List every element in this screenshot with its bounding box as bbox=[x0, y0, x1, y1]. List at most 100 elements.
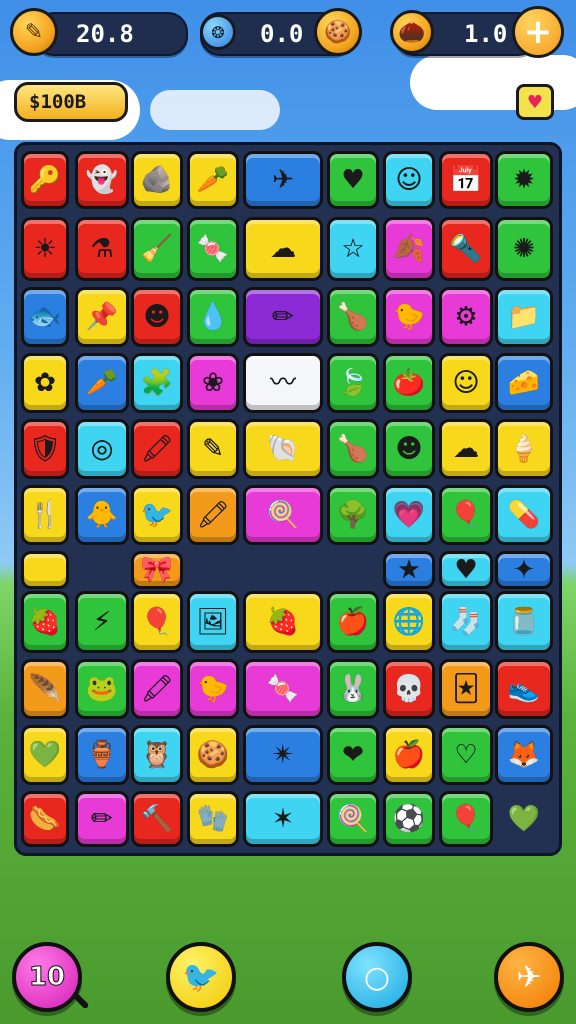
board-tile[interactable]: 🍴 bbox=[21, 485, 69, 545]
bird-booster-button[interactable]: 🐦 bbox=[166, 942, 236, 1012]
board-tile[interactable]: ★ bbox=[383, 551, 435, 589]
board-tile[interactable]: ⚽ bbox=[383, 791, 435, 847]
board-tile[interactable]: 🐚 bbox=[243, 419, 323, 479]
board-tile[interactable]: ☆ bbox=[327, 217, 379, 281]
board-tile[interactable]: ❀ bbox=[187, 353, 239, 413]
board-tile[interactable]: ✹ bbox=[495, 151, 553, 209]
board-tile[interactable]: ☻ bbox=[131, 287, 183, 347]
board-tile[interactable]: ☀ bbox=[21, 217, 69, 281]
board-tile[interactable]: 🍗 bbox=[327, 419, 379, 479]
board-tile[interactable]: 🐦 bbox=[131, 485, 183, 545]
board-tile[interactable]: 🏺 bbox=[75, 725, 129, 785]
board-tile[interactable]: 🍓 bbox=[243, 591, 323, 653]
board-tile[interactable]: 🍬 bbox=[187, 217, 239, 281]
board-tile[interactable]: 🍗 bbox=[327, 287, 379, 347]
board-tile[interactable]: ✎ bbox=[187, 419, 239, 479]
board-tile[interactable]: ❤ bbox=[327, 725, 379, 785]
board-tile[interactable]: 🔦 bbox=[439, 217, 493, 281]
board-tile[interactable]: 💊 bbox=[495, 485, 553, 545]
board-tile[interactable]: ⚡ bbox=[75, 591, 129, 653]
board-tile[interactable]: ✈ bbox=[243, 151, 323, 209]
board-tile[interactable]: 🪶 bbox=[21, 659, 69, 719]
board-tile[interactable]: 💚 bbox=[495, 791, 553, 847]
board-tile[interactable]: ◎ bbox=[75, 419, 129, 479]
board-tile[interactable]: 🍅 bbox=[383, 353, 435, 413]
board-tile[interactable]: 🃏 bbox=[439, 659, 493, 719]
board-tile[interactable]: 💀 bbox=[383, 659, 435, 719]
board-tile[interactable]: 🥕 bbox=[75, 353, 129, 413]
moves-button[interactable]: 10 bbox=[12, 942, 82, 1012]
search-button[interactable]: ○ bbox=[342, 942, 412, 1012]
money-badge[interactable]: $100B bbox=[14, 82, 128, 122]
board-tile[interactable]: 〰 bbox=[243, 353, 323, 413]
board-tile[interactable]: 🪨 bbox=[131, 151, 183, 209]
board-tile[interactable]: 🌐 bbox=[383, 591, 435, 653]
paper-plane-button[interactable]: ✈ bbox=[494, 942, 564, 1012]
board-tile[interactable]: 🦊 bbox=[495, 725, 553, 785]
board-tile[interactable]: 🍬 bbox=[243, 659, 323, 719]
heart-icon[interactable]: ♥ bbox=[516, 84, 554, 120]
board-tile[interactable]: ✺ bbox=[495, 217, 553, 281]
board-tile[interactable]: ☻ bbox=[383, 419, 435, 479]
board-tile[interactable]: 📁 bbox=[495, 287, 553, 347]
board-tile[interactable]: 👟 bbox=[495, 659, 553, 719]
board-tile[interactable]: 🛡 bbox=[21, 419, 69, 479]
board-tile[interactable]: 🫙 bbox=[495, 591, 553, 653]
board-tile[interactable]: 🌭 bbox=[21, 791, 69, 847]
board-tile[interactable]: 🔑 bbox=[21, 151, 69, 209]
board-tile[interactable]: 🖍 bbox=[131, 659, 183, 719]
board-tile[interactable]: 🧦 bbox=[439, 591, 493, 653]
board-tile[interactable]: 🍃 bbox=[327, 353, 379, 413]
board-tile[interactable]: 🍎 bbox=[327, 591, 379, 653]
board-tile[interactable]: 🖼 bbox=[187, 591, 239, 653]
pencil-icon[interactable]: ✎ bbox=[10, 8, 58, 56]
board-tile[interactable]: 🍎 bbox=[383, 725, 435, 785]
board-tile[interactable]: 🖍 bbox=[131, 419, 183, 479]
board-tile[interactable]: ☺ bbox=[439, 353, 493, 413]
board-tile[interactable]: 🎈 bbox=[439, 791, 493, 847]
board-tile[interactable]: 🎈 bbox=[439, 485, 493, 545]
board-tile[interactable]: 🎈 bbox=[131, 591, 183, 653]
board-tile[interactable]: 🐤 bbox=[187, 659, 239, 719]
board-tile[interactable]: 🐥 bbox=[75, 485, 129, 545]
board-tile[interactable]: ✴ bbox=[243, 725, 323, 785]
board-tile[interactable]: 🥕 bbox=[187, 151, 239, 209]
board-tile[interactable]: 💧 bbox=[187, 287, 239, 347]
board-tile[interactable]: 🧤 bbox=[187, 791, 239, 847]
board-tile[interactable]: ✿ bbox=[21, 353, 69, 413]
board-tile[interactable]: 🧀 bbox=[495, 353, 553, 413]
board-tile[interactable]: 🧹 bbox=[131, 217, 183, 281]
board-tile[interactable]: 💗 bbox=[383, 485, 435, 545]
cookie-icon[interactable]: 🍪 bbox=[314, 8, 362, 56]
board-tile[interactable]: ⚗ bbox=[75, 217, 129, 281]
board-tile[interactable]: 🍦 bbox=[495, 419, 553, 479]
board-tile[interactable]: 📅 bbox=[439, 151, 493, 209]
board-tile[interactable]: 🌳 bbox=[327, 485, 379, 545]
add-button[interactable]: + bbox=[512, 6, 564, 58]
board-tile[interactable]: 💚 bbox=[21, 725, 69, 785]
board-tile[interactable]: 🖍 bbox=[187, 485, 239, 545]
board-tile[interactable]: 🍭 bbox=[243, 485, 323, 545]
board-tile[interactable]: 🍭 bbox=[327, 791, 379, 847]
board-tile[interactable]: ✶ bbox=[243, 791, 323, 847]
board-tile[interactable]: ☁ bbox=[439, 419, 493, 479]
board-tile[interactable]: ☺ bbox=[383, 151, 435, 209]
board-tile[interactable]: ✦ bbox=[495, 551, 553, 589]
board-tile[interactable]: 🧩 bbox=[131, 353, 183, 413]
board-tile[interactable]: 🦉 bbox=[131, 725, 183, 785]
board-tile[interactable]: ☁ bbox=[243, 217, 323, 281]
board-tile[interactable]: 🐰 bbox=[327, 659, 379, 719]
board-tile[interactable]: 🐸 bbox=[75, 659, 129, 719]
board-tile[interactable]: ✏ bbox=[75, 791, 129, 847]
board-tile[interactable]: 🍓 bbox=[21, 591, 69, 653]
board-tile[interactable]: ✏ bbox=[243, 287, 323, 347]
board-tile[interactable]: 🔨 bbox=[131, 791, 183, 847]
board-tile[interactable]: 👻 bbox=[75, 151, 129, 209]
board-tile[interactable]: 🍂 bbox=[383, 217, 435, 281]
board-tile[interactable] bbox=[21, 551, 69, 589]
board-tile[interactable]: ⚙ bbox=[439, 287, 493, 347]
board-tile[interactable]: 🍪 bbox=[187, 725, 239, 785]
board-tile[interactable]: 📌 bbox=[75, 287, 129, 347]
board-tile[interactable]: 🐟 bbox=[21, 287, 69, 347]
board-tile[interactable]: 🐤 bbox=[383, 287, 435, 347]
